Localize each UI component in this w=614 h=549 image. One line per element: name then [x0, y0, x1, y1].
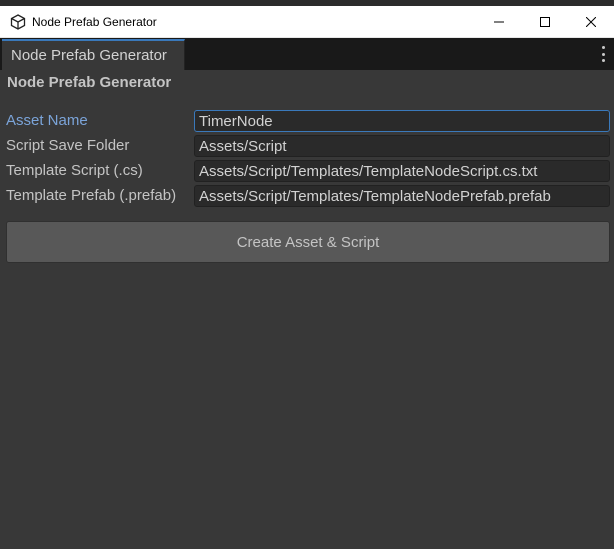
window-title: Node Prefab Generator [32, 14, 157, 29]
inspector-panel: Node Prefab Generator Asset Name Script … [0, 70, 614, 549]
maximize-button[interactable] [522, 6, 568, 37]
minimize-icon [494, 21, 504, 22]
template-prefab-label: Template Prefab (.prefab) [6, 187, 177, 204]
asset-name-row: Asset Name [0, 110, 614, 132]
script-save-folder-label: Script Save Folder [6, 137, 130, 154]
tab-node-prefab-generator[interactable]: Node Prefab Generator [2, 39, 185, 70]
close-icon [586, 16, 596, 27]
title-bar[interactable]: Node Prefab Generator [0, 6, 614, 38]
tab-bar: Node Prefab Generator [0, 38, 614, 70]
window-controls [476, 6, 614, 37]
template-prefab-input[interactable] [194, 185, 610, 207]
kebab-menu-icon[interactable] [600, 46, 606, 62]
unity-logo-icon [10, 13, 26, 30]
section-title: Node Prefab Generator [7, 74, 172, 91]
script-save-folder-row: Script Save Folder [0, 135, 614, 157]
template-script-row: Template Script (.cs) [0, 160, 614, 182]
script-save-folder-input[interactable] [194, 135, 610, 157]
asset-name-input[interactable] [194, 110, 610, 132]
template-prefab-row: Template Prefab (.prefab) [0, 185, 614, 207]
template-script-label: Template Script (.cs) [6, 162, 143, 179]
template-script-input[interactable] [194, 160, 610, 182]
editor-window: Node Prefab Generator Node Prefab Genera… [0, 6, 614, 549]
close-button[interactable] [568, 6, 614, 37]
minimize-button[interactable] [476, 6, 522, 37]
maximize-icon [540, 16, 550, 27]
create-asset-script-button[interactable]: Create Asset & Script [6, 221, 610, 263]
asset-name-label: Asset Name [6, 112, 88, 129]
